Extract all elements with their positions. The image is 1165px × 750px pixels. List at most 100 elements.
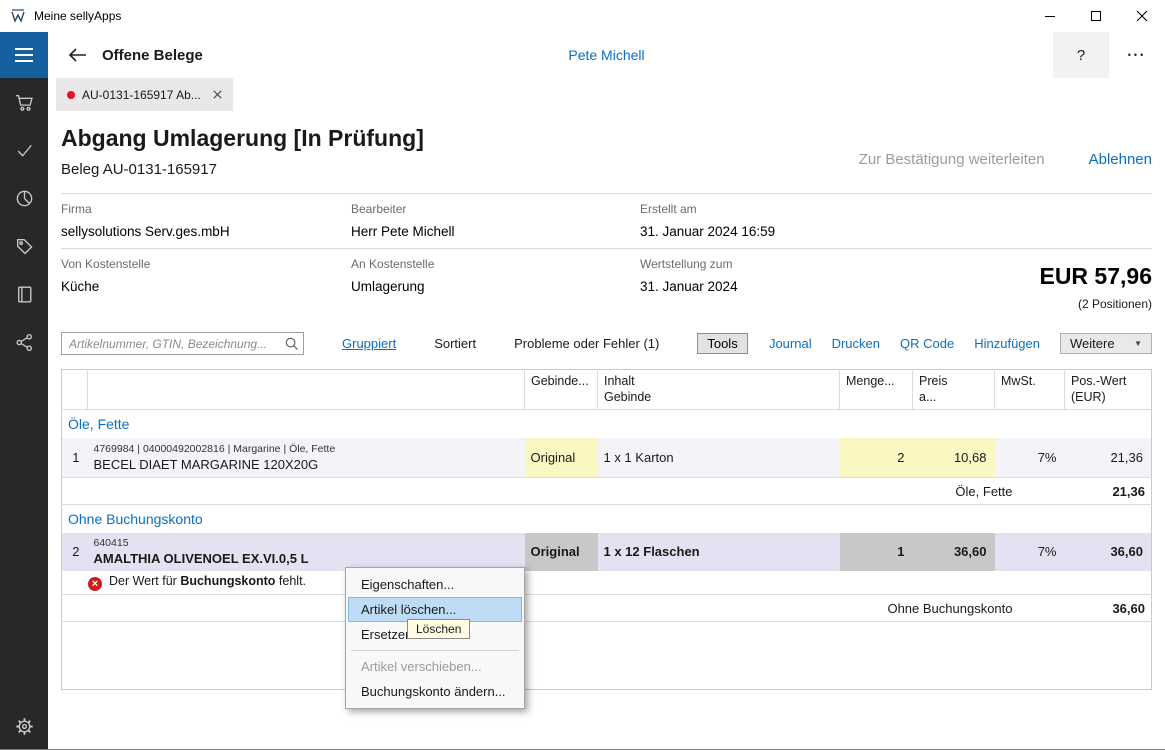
group-footer: Öle, Fette 21,36 [62,478,1152,505]
add-item-link[interactable]: Hinzufügen [974,336,1040,351]
current-user[interactable]: Pete Michell [568,47,644,63]
header-preis[interactable]: Preis a... [913,370,995,410]
close-icon [213,90,222,99]
article-cell: 640415 AMALTHIA OLIVENOEL EX.VI.0,5 L [88,533,525,571]
help-icon: ? [1077,47,1085,64]
maximize-button[interactable] [1073,0,1119,32]
info-row: Firma sellysolutions Serv.ges.mbH Bearbe… [61,193,1152,248]
info-row: Von Kostenstelle Küche An Kostenstelle U… [61,248,1152,331]
header-menge[interactable]: Menge... [840,370,913,410]
pie-chart-icon [14,188,35,209]
pos-wert-cell: 36,60 [1065,533,1152,571]
share-icon [14,332,35,353]
inhalt-cell: 1 x 1 Karton [598,438,840,478]
tab-label: AU-0131-165917 Ab... [82,88,201,102]
header-article[interactable] [88,370,525,410]
field-bearbeiter: Bearbeiter Herr Pete Michell [351,202,640,248]
table-header-row: Gebinde... Inhalt Gebinde Menge... Preis… [62,370,1152,410]
navbar-actions: ? ••• [1053,32,1165,78]
positions-table: Gebinde... Inhalt Gebinde Menge... Preis… [61,369,1152,690]
problems-filter[interactable]: Probleme oder Fehler (1) [514,336,659,351]
field-erstellt-am: Erstellt am 31. Januar 2024 16:59 [640,202,930,248]
positions-count: (2 Positionen) [1039,297,1152,311]
sidebar-item-tasks[interactable] [0,126,48,174]
window-title: Meine sellyApps [34,9,121,23]
menge-cell[interactable]: 1 [840,533,913,571]
top-navbar: Offene Belege Pete Michell ? ••• [48,32,1165,78]
article-cell: 4769984 | 04000492002816 | Margarine | Ö… [88,438,525,478]
pos-wert-cell: 21,36 [1065,438,1152,478]
main-area: Offene Belege Pete Michell ? ••• AU-0131… [48,32,1165,749]
forward-for-approval-button[interactable]: Zur Bestätigung weiterleiten [859,151,1045,168]
reject-button[interactable]: Ablehnen [1089,151,1152,168]
help-button[interactable]: ? [1053,32,1109,78]
tools-button[interactable]: Tools [697,333,747,354]
cart-icon [14,92,35,113]
mwst-cell: 7% [995,438,1065,478]
article-name: BECEL DIAET MARGARINE 120X20G [94,457,519,472]
grouped-toggle[interactable]: Gruppiert [342,336,396,351]
header-inhalt-gebinde[interactable]: Inhalt Gebinde [598,370,840,410]
menu-item-eigenschaften[interactable]: Eigenschaften... [348,572,522,597]
menu-item-buchungskonto-aendern[interactable]: Buchungskonto ändern... [348,679,522,704]
more-dropdown-button[interactable]: Weitere ▼ [1060,333,1152,354]
tab-strip: AU-0131-165917 Ab... [48,78,1165,111]
ellipsis-icon: ••• [1128,50,1146,60]
gebinde-cell[interactable]: Original [525,438,598,478]
document-actions: Zur Bestätigung weiterleiten Ablehnen [859,151,1152,168]
error-text: Der Wert für Buchungskonto fehlt. [109,574,306,588]
field-wertstellung: Wertstellung zum 31. Januar 2024 [640,257,930,331]
menge-cell[interactable]: 2 [840,438,913,478]
search-input[interactable] [61,332,304,355]
tab-close-button[interactable] [213,90,222,99]
book-icon [14,284,35,305]
print-link[interactable]: Drucken [832,336,880,351]
document-tab[interactable]: AU-0131-165917 Ab... [56,78,233,111]
document-header: Abgang Umlagerung [In Prüfung] Beleg AU-… [61,125,1152,178]
back-arrow-icon [66,44,88,66]
field-firma: Firma sellysolutions Serv.ges.mbH [61,202,351,248]
more-options-button[interactable]: ••• [1109,32,1165,78]
qr-code-link[interactable]: QR Code [900,336,954,351]
window-controls [1027,0,1165,32]
inhalt-cell: 1 x 12 Flaschen [598,533,840,571]
field-von-kostenstelle: Von Kostenstelle Küche [61,257,351,331]
sidebar-item-cart[interactable] [0,78,48,126]
sorted-toggle[interactable]: Sortiert [434,336,476,351]
sidebar-item-share[interactable] [0,318,48,366]
hamburger-menu-button[interactable] [0,32,48,78]
journal-link[interactable]: Journal [769,336,812,351]
minimize-button[interactable] [1027,0,1073,32]
preis-cell[interactable]: 36,60 [913,533,995,571]
item-row[interactable]: 1 4769984 | 04000492002816 | Margarine |… [62,438,1152,478]
close-icon [1136,10,1148,22]
header-pos-wert[interactable]: Pos.-Wert (EUR) [1065,370,1152,410]
article-meta: 640415 [94,537,519,549]
validation-error-row: ×Der Wert für Buchungskonto fehlt. [62,571,1152,595]
header-mwst[interactable]: MwSt. [995,370,1065,410]
sidebar-item-catalog[interactable] [0,270,48,318]
app-icon [10,8,26,24]
search-icon[interactable] [284,336,299,351]
maximize-icon [1091,11,1101,21]
header-gebinde[interactable]: Gebinde... [525,370,598,410]
total-amount: EUR 57,96 [1039,263,1152,290]
sidebar-item-reports[interactable] [0,174,48,222]
back-button[interactable] [60,32,94,78]
header-row-number[interactable] [62,370,88,410]
checkmark-icon [14,140,35,161]
preis-cell[interactable]: 10,68 [913,438,995,478]
menu-item-artikel-verschieben[interactable]: Artikel verschieben... [348,654,522,679]
group-header: Öle, Fette [62,410,1152,438]
sidebar-item-settings[interactable] [0,703,48,749]
gebinde-cell[interactable]: Original [525,533,598,571]
field-an-kostenstelle: An Kostenstelle Umlagerung [351,257,640,331]
toolbar-right: Journal Drucken QR Code Hinzufügen Weite… [769,333,1152,354]
sidebar-item-prices[interactable] [0,222,48,270]
document-title: Abgang Umlagerung [In Prüfung] [61,125,1152,152]
item-row[interactable]: 2 640415 AMALTHIA OLIVENOEL EX.VI.0,5 L … [62,533,1152,571]
items-toolbar: Gruppiert Sortiert Probleme oder Fehler … [61,331,1152,356]
sidebar [0,32,48,749]
close-button[interactable] [1119,0,1165,32]
chevron-down-icon: ▼ [1134,339,1142,348]
